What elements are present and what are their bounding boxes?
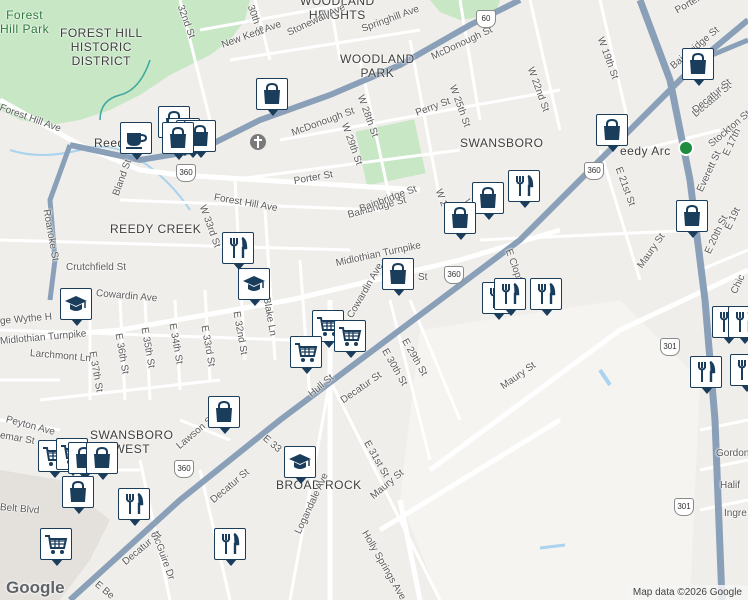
grocery-pin[interactable] xyxy=(382,258,416,298)
grocery-pin[interactable] xyxy=(62,476,96,516)
pin-tip xyxy=(219,427,231,434)
restaurant-pin[interactable] xyxy=(214,528,248,568)
pin-tip xyxy=(393,289,405,296)
pin-tip xyxy=(225,559,237,566)
pin-tip xyxy=(455,233,467,240)
area-label-reedy-creek: REEDY CREEK xyxy=(110,222,202,236)
area-label-swansboro: SWANSBORO xyxy=(460,136,544,150)
pin-tip xyxy=(541,309,553,316)
street-label: St xyxy=(418,272,428,283)
restaurant-pin[interactable] xyxy=(494,278,528,318)
route-shield: 360 xyxy=(584,162,604,180)
street-label: Crutchfield St xyxy=(66,262,127,273)
pin-tip xyxy=(687,231,699,238)
pin-tip xyxy=(71,319,83,326)
pin-tip xyxy=(301,367,313,374)
pin-tip xyxy=(131,153,143,160)
grocery-pin[interactable] xyxy=(676,200,710,240)
grocery-pin[interactable] xyxy=(208,396,242,436)
route-shield: 360 xyxy=(176,164,196,182)
restaurant-pin[interactable] xyxy=(730,354,748,394)
school-pin[interactable] xyxy=(284,446,318,486)
grocery-pin[interactable] xyxy=(444,202,478,242)
grocery-pin[interactable] xyxy=(256,78,290,118)
pin-tip xyxy=(701,387,713,394)
street-label: Gordon xyxy=(716,448,748,459)
route-shield: 60 xyxy=(476,10,496,28)
pin-tip xyxy=(129,519,141,526)
google-logo: Google xyxy=(6,578,65,597)
restaurant-pin[interactable] xyxy=(118,488,152,528)
restaurant-pin[interactable] xyxy=(530,278,564,318)
map-attribution: Map data ©2026 Google xyxy=(626,585,748,600)
grocery-pin[interactable] xyxy=(682,48,716,88)
pin-tip xyxy=(97,473,109,480)
grocery-pin[interactable] xyxy=(596,114,630,154)
pin-tip xyxy=(267,109,279,116)
pin-tip xyxy=(73,507,85,514)
grocery-pin[interactable] xyxy=(162,122,196,162)
pin-tip xyxy=(739,337,748,344)
poi-marker[interactable] xyxy=(678,140,694,156)
supermarket-pin[interactable] xyxy=(290,336,324,376)
pin-tip xyxy=(249,299,261,306)
pin-tip xyxy=(607,145,619,152)
restaurant-pin[interactable] xyxy=(690,356,724,396)
pin-tip xyxy=(483,213,495,220)
pin-tip xyxy=(741,385,748,392)
cafe-pin[interactable] xyxy=(120,122,154,162)
pin-tip xyxy=(51,559,63,566)
route-shield: 360 xyxy=(174,460,194,478)
restaurant-pin[interactable] xyxy=(728,306,748,346)
pin-tip xyxy=(195,151,207,158)
pin-tip xyxy=(519,201,531,208)
route-shield: 301 xyxy=(660,338,680,356)
route-shield: 360 xyxy=(444,266,464,284)
pin-tip xyxy=(295,477,307,484)
street-label: Halif xyxy=(720,480,741,491)
pin-tip xyxy=(505,309,517,316)
supermarket-pin[interactable] xyxy=(40,528,74,568)
route-shield: 301 xyxy=(674,498,694,516)
area-label-woodland-park: WOODLAND PARK xyxy=(340,52,415,80)
pin-tip xyxy=(345,351,357,358)
pin-tip xyxy=(173,153,185,160)
street-label: Ingre xyxy=(724,508,747,519)
supermarket-pin[interactable] xyxy=(334,320,368,360)
school-pin[interactable] xyxy=(238,268,272,308)
area-label-forest-hill-park: Forest Hill Park xyxy=(0,8,50,36)
pin-tip xyxy=(693,79,705,86)
restaurant-pin[interactable] xyxy=(508,170,542,210)
restaurant-pin[interactable] xyxy=(222,232,256,272)
area-label-forest-hill-historic: FOREST HILL HISTORIC DISTRICT xyxy=(60,26,143,68)
map-canvas[interactable]: Forest Hill Park FOREST HILL HISTORIC DIS… xyxy=(0,0,748,600)
school-pin[interactable] xyxy=(60,288,94,328)
